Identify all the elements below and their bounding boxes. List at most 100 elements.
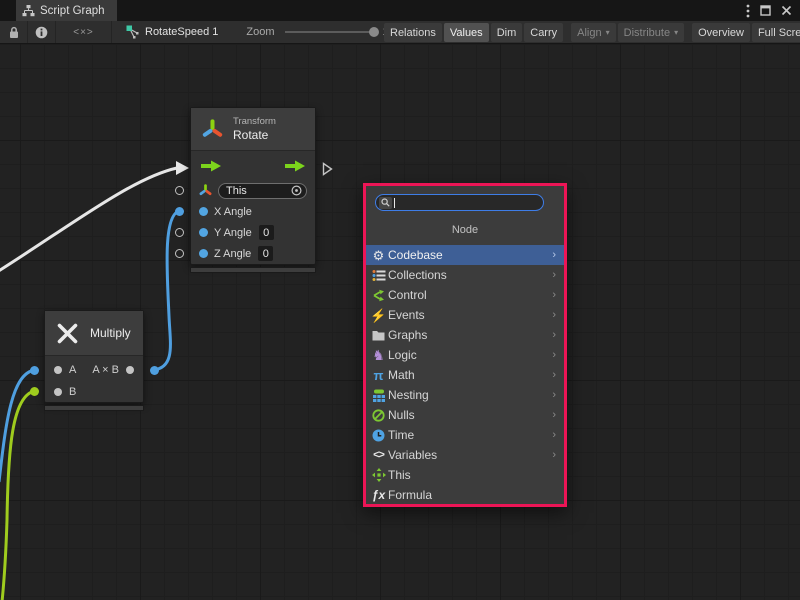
- menu-item-label: Time: [387, 428, 552, 442]
- dim-button[interactable]: Dim: [491, 23, 523, 42]
- graph-name-label: RotateSpeed 1: [145, 26, 218, 38]
- knight-icon: ♞: [370, 348, 387, 362]
- chevron-right-icon: ›: [552, 369, 560, 381]
- menu-item-logic[interactable]: ♞Logic›: [366, 345, 564, 365]
- menu-item-nulls[interactable]: Nulls›: [366, 405, 564, 425]
- output-port[interactable]: [126, 366, 134, 374]
- finder-search-input[interactable]: [375, 194, 544, 211]
- y-angle-port[interactable]: [199, 228, 208, 237]
- flow-input-arrow-icon[interactable]: [200, 160, 222, 172]
- menu-item-math[interactable]: πMath›: [366, 365, 564, 385]
- input-b-port[interactable]: [54, 388, 62, 396]
- toolbar-right-group: Relations Values Dim Carry Align▾ Distri…: [384, 21, 800, 44]
- more-menu-icon[interactable]: [746, 4, 750, 18]
- multiply-header[interactable]: Multiply: [45, 311, 143, 356]
- menu-item-label: Logic: [387, 348, 552, 362]
- x-angle-port[interactable]: [199, 207, 208, 216]
- window-controls: [746, 0, 800, 21]
- finder-list: ⚙Codebase›Collections›Control›⚡Events›Gr…: [366, 245, 564, 505]
- distribute-dropdown[interactable]: Distribute▾: [618, 23, 684, 42]
- flow-arrowhead-white: [176, 161, 189, 175]
- search-icon: [379, 197, 392, 209]
- menu-item-codebase[interactable]: ⚙Codebase›: [366, 245, 564, 265]
- tab-bar: Script Graph: [0, 0, 800, 21]
- edit-code-button[interactable]: <×>: [56, 21, 112, 44]
- x-angle-external-port[interactable]: [175, 207, 184, 216]
- node-category: Transform: [233, 116, 276, 128]
- gear-icon: ⚙: [370, 249, 387, 262]
- z-angle-value-field[interactable]: 0: [258, 246, 273, 261]
- multiply-a-external-port[interactable]: [30, 366, 39, 375]
- menu-item-label: Control: [387, 288, 552, 302]
- formula-icon: ƒx: [370, 489, 387, 501]
- collections-icon: [370, 269, 387, 282]
- this-object-field[interactable]: This: [218, 183, 307, 199]
- chevron-right-icon: ›: [552, 289, 560, 301]
- wire-flow-white: [0, 168, 177, 272]
- z-angle-external-port[interactable]: [175, 249, 184, 258]
- script-graph-icon: [22, 5, 35, 17]
- object-picker-icon[interactable]: [291, 185, 302, 196]
- full-screen-button[interactable]: Full Screen: [752, 23, 800, 42]
- chevron-down-icon: ▾: [674, 28, 678, 37]
- transform-node-footer: [190, 267, 316, 273]
- menu-item-label: Nulls: [387, 408, 552, 422]
- transform-mini-icon: [199, 184, 212, 197]
- this-external-port[interactable]: [175, 186, 184, 195]
- graph-canvas[interactable]: Transform Rotate This X Angle: [0, 44, 800, 600]
- zoom-slider[interactable]: [285, 31, 377, 33]
- flow-output-arrow-icon[interactable]: [284, 160, 306, 172]
- multiply-b-external-port[interactable]: [30, 387, 39, 396]
- menu-item-nesting[interactable]: Nesting›: [366, 385, 564, 405]
- script-graph-window: Script Graph <×> RotateSpeed 1 Zoom 1x R…: [0, 0, 800, 600]
- y-angle-value-field[interactable]: 0: [259, 225, 274, 240]
- menu-item-events[interactable]: ⚡Events›: [366, 305, 564, 325]
- flow-row: [191, 151, 315, 180]
- menu-item-control[interactable]: Control›: [366, 285, 564, 305]
- align-dropdown[interactable]: Align▾: [571, 23, 615, 42]
- chevron-right-icon: ›: [552, 329, 560, 341]
- clock-icon: [370, 429, 387, 442]
- null-icon: [370, 409, 387, 422]
- zoom-label: Zoom: [246, 26, 274, 38]
- menu-item-graphs[interactable]: Graphs›: [366, 325, 564, 345]
- chevron-right-icon: ›: [552, 409, 560, 421]
- menu-item-formula[interactable]: ƒxFormula: [366, 485, 564, 505]
- lightning-icon: ⚡: [370, 309, 387, 322]
- transform-icon: [201, 118, 224, 141]
- maximize-icon[interactable]: [760, 5, 771, 16]
- node-graph-icon: [126, 25, 140, 39]
- node-transform-rotate[interactable]: Transform Rotate This X Angle: [190, 107, 316, 265]
- lock-button[interactable]: [0, 21, 28, 44]
- overview-button[interactable]: Overview: [692, 23, 750, 42]
- close-icon[interactable]: [781, 5, 792, 16]
- multiply-out-external-port[interactable]: [150, 366, 159, 375]
- graph-breadcrumb[interactable]: RotateSpeed 1: [126, 25, 218, 39]
- multiply-row-b: B: [45, 381, 143, 403]
- y-angle-external-port[interactable]: [175, 228, 184, 237]
- folder-icon: [370, 330, 387, 341]
- machine-icon: [370, 389, 387, 402]
- z-angle-port[interactable]: [199, 249, 208, 258]
- values-button[interactable]: Values: [444, 23, 489, 42]
- zoom-slider-thumb[interactable]: [369, 27, 379, 37]
- menu-item-label: Collections: [387, 268, 552, 282]
- carry-button[interactable]: Carry: [524, 23, 563, 42]
- chevron-right-icon: ›: [552, 349, 560, 361]
- multiply-node-footer: [44, 405, 144, 411]
- x-angle-row: X Angle: [191, 201, 315, 222]
- input-a-port[interactable]: [54, 366, 62, 374]
- menu-item-this[interactable]: This: [366, 465, 564, 485]
- node-multiply[interactable]: Multiply A A × B B: [44, 310, 144, 403]
- menu-item-label: Events: [387, 308, 552, 322]
- tab-script-graph[interactable]: Script Graph: [16, 0, 117, 21]
- info-button[interactable]: [28, 21, 56, 44]
- transform-rotate-header[interactable]: Transform Rotate: [191, 108, 315, 151]
- flow-out-triangle-icon[interactable]: [322, 162, 333, 176]
- menu-item-time[interactable]: Time›: [366, 425, 564, 445]
- relations-button[interactable]: Relations: [384, 23, 442, 42]
- menu-item-variables[interactable]: <>Variables›: [366, 445, 564, 465]
- menu-item-collections[interactable]: Collections›: [366, 265, 564, 285]
- fuzzy-finder-popup: Node ⚙Codebase›Collections›Control›⚡Even…: [363, 183, 567, 507]
- menu-item-label: Codebase: [387, 248, 552, 262]
